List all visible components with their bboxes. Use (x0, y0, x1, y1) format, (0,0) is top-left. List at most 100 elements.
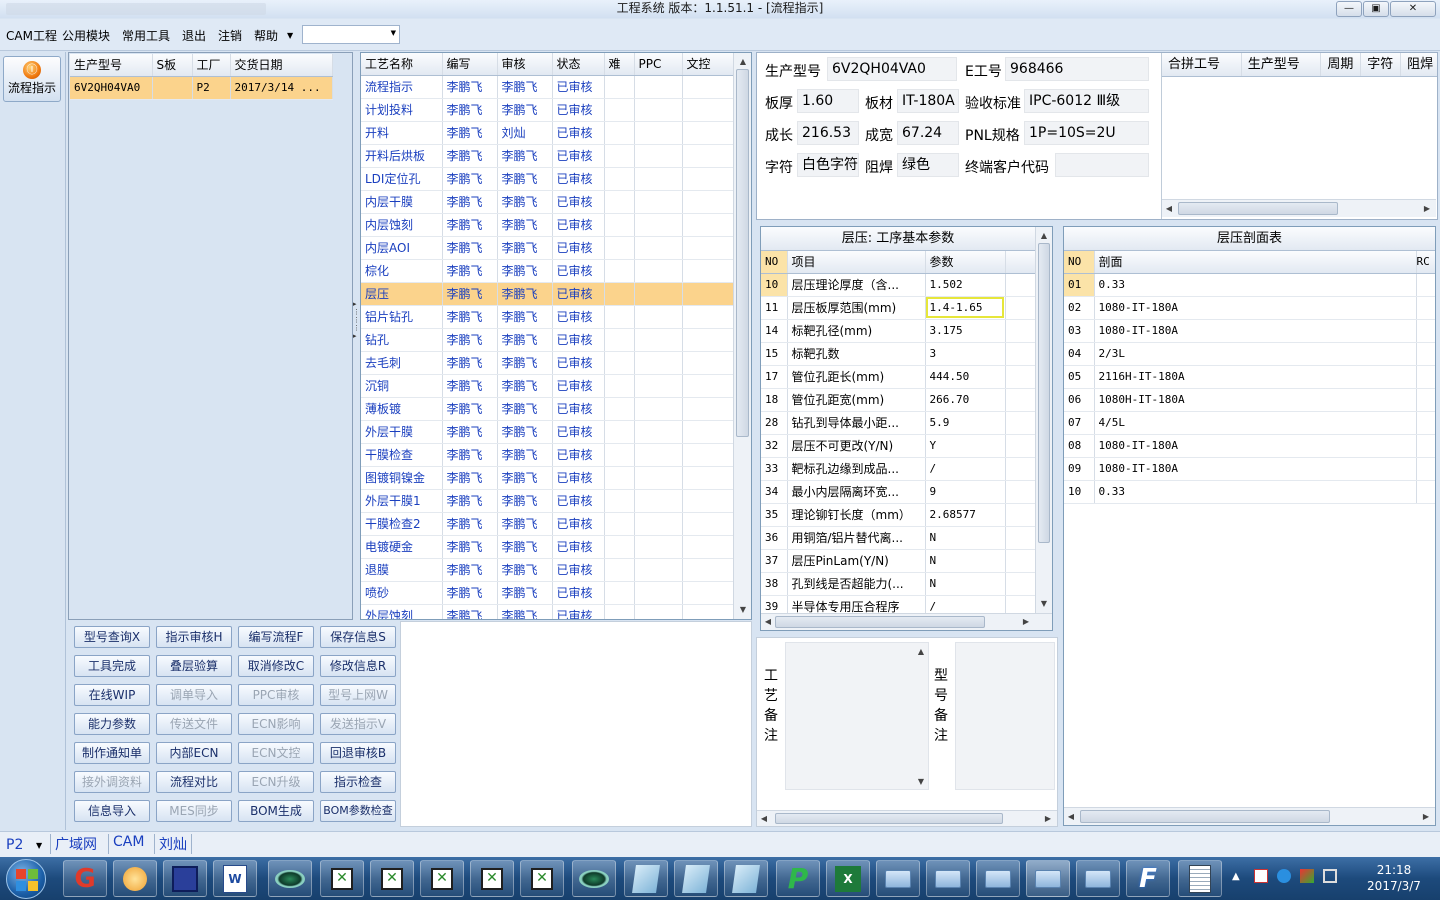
action-button[interactable]: 型号查询X (74, 626, 150, 648)
action-button[interactable]: 工具完成 (74, 655, 150, 677)
scroll-right-icon[interactable]: ▶ (1019, 617, 1033, 626)
action-button[interactable]: 保存信息S (320, 626, 396, 648)
table-row[interactable]: 35 理论铆钉长度（mm） 2.68577 (761, 503, 1036, 527)
table-row[interactable]: 36 用铜箔/铝片替代离... N (761, 526, 1036, 550)
minimize-button[interactable]: — (1336, 1, 1362, 17)
taskbar-app-eye2[interactable] (572, 860, 616, 897)
section-col-rc[interactable]: RC (1416, 251, 1435, 274)
table-row[interactable]: 图镀铜镍金 李鹏飞 李鹏飞 已审核 (361, 466, 734, 490)
action-button[interactable]: 制作通知单 (74, 742, 150, 764)
table-row[interactable]: 内层蚀刻 李鹏飞 李鹏飞 已审核 (361, 213, 734, 237)
taskbar-app-doc1[interactable] (624, 860, 668, 897)
taskbar-app-doc2[interactable] (674, 860, 718, 897)
chevron-down-icon[interactable]: ▼ (391, 29, 396, 37)
length-field[interactable]: 216.53 (797, 121, 859, 145)
scroll-left-icon[interactable]: ◀ (757, 814, 771, 823)
table-row[interactable]: 内层AOI 李鹏飞 李鹏飞 已审核 (361, 236, 734, 260)
table-row[interactable]: 07 4/5L (1064, 411, 1435, 435)
process-vscroll[interactable]: ▲ ▼ (733, 53, 751, 619)
action-button[interactable]: 取消修改C (238, 655, 314, 677)
combine-col-model[interactable]: 生产型号 (1242, 53, 1322, 76)
taskbar-app-folder1[interactable] (876, 860, 920, 897)
table-row[interactable]: 电镀硬金 李鹏飞 李鹏飞 已审核 (361, 535, 734, 559)
tray-network-icon[interactable] (1277, 869, 1291, 883)
scroll-thumb[interactable] (775, 813, 1003, 824)
tray-flag-icon[interactable] (1254, 869, 1268, 883)
remarks-hscroll[interactable]: ◀ ▶ (757, 810, 1057, 826)
taskbar-app-f[interactable]: F (1126, 860, 1170, 897)
table-row[interactable]: 14 标靶孔径(mm) 3.175 (761, 319, 1036, 343)
char-field[interactable]: 白色字符 (797, 153, 859, 177)
table-row[interactable]: 01 0.33 (1064, 273, 1435, 297)
taskbar-app-folder2[interactable] (926, 860, 970, 897)
params-col-value[interactable]: 参数 (925, 251, 1006, 274)
tray-app-icon[interactable] (1300, 869, 1314, 883)
scroll-up-icon[interactable]: ▲ (1037, 231, 1051, 240)
scroll-left-icon[interactable]: ◀ (1064, 812, 1078, 821)
action-button[interactable]: 型号上网W (320, 684, 396, 706)
taskbar-app-x2[interactable]: ✕ (370, 860, 414, 897)
table-row[interactable]: 10 层压理论厚度（含... 1.502 (761, 273, 1036, 297)
taskbar-app-folder4[interactable] (1026, 860, 1070, 897)
params-hscroll[interactable]: ◀ ▶ (761, 613, 1052, 630)
action-button[interactable]: 编写流程F (238, 626, 314, 648)
action-button[interactable]: 指示检查 (320, 771, 396, 793)
scroll-down-icon[interactable]: ▼ (736, 605, 750, 614)
table-row[interactable]: 干膜检查2 李鹏飞 李鹏飞 已审核 (361, 512, 734, 536)
params-col-item[interactable]: 项目 (787, 251, 926, 274)
scroll-thumb[interactable] (736, 69, 749, 437)
orders-col-s[interactable]: S板 (152, 54, 193, 77)
taskbar-app-word[interactable]: W (213, 860, 257, 897)
scroll-thumb[interactable] (1080, 810, 1330, 823)
start-button[interactable] (6, 859, 46, 899)
table-row[interactable]: 09 1080-IT-180A (1064, 457, 1435, 481)
table-row[interactable]: 06 1080H-IT-180A (1064, 388, 1435, 412)
scroll-right-icon[interactable]: ▶ (1419, 812, 1433, 821)
action-button[interactable]: 发送指示V (320, 713, 396, 735)
model-field[interactable]: 6V2QH04VA0 (827, 57, 957, 81)
scroll-thumb[interactable] (1178, 202, 1338, 215)
scroll-left-icon[interactable]: ◀ (1162, 204, 1176, 213)
eno-field[interactable]: 968466 (1005, 57, 1149, 81)
process-col-doc[interactable]: 文控 (682, 53, 734, 76)
action-button[interactable]: PPC审核 (238, 684, 314, 706)
table-row[interactable]: 外层蚀刻 李鹏飞 李鹏飞 已审核 (361, 604, 734, 619)
section-col-profile[interactable]: 剖面 (1094, 251, 1417, 274)
process-col-difficulty[interactable]: 难 (604, 53, 635, 76)
taskbar-app-doc3[interactable] (724, 860, 768, 897)
taskbar-app-x5[interactable]: ✕ (520, 860, 564, 897)
taskbar-app-shell[interactable] (113, 860, 157, 897)
action-button[interactable]: 回退审核B (320, 742, 396, 764)
table-row[interactable]: 37 层压PinLam(Y/N) N (761, 549, 1036, 573)
action-button[interactable]: 在线WIP (74, 684, 150, 706)
taskbar-app-eye[interactable] (268, 860, 312, 897)
taskbar-app-x3[interactable]: ✕ (420, 860, 464, 897)
scroll-up-icon[interactable]: ▲ (736, 57, 750, 66)
table-row[interactable]: 17 管位孔距长(mm) 444.50 (761, 365, 1036, 389)
action-button[interactable]: MES同步 (156, 800, 232, 822)
table-row[interactable]: 34 最小内层隔离环宽... 9 (761, 480, 1036, 504)
table-row[interactable]: 内层干膜 李鹏飞 李鹏飞 已审核 (361, 190, 734, 214)
table-row[interactable]: 38 孔到线是否超能力(... N (761, 572, 1036, 596)
action-button[interactable]: BOM参数检查 (320, 800, 396, 822)
params-vscroll[interactable]: ▲ ▼ (1035, 227, 1052, 613)
scroll-left-icon[interactable]: ◀ (761, 617, 775, 626)
table-row[interactable]: 08 1080-IT-180A (1064, 434, 1435, 458)
taskbar-app-x1[interactable]: ✕ (320, 860, 364, 897)
combine-col-mask[interactable]: 阻焊 (1401, 53, 1437, 76)
action-button[interactable]: 能力参数 (74, 713, 150, 735)
taskbar-app-folder3[interactable] (976, 860, 1020, 897)
table-row[interactable]: LDI定位孔 李鹏飞 李鹏飞 已审核 (361, 167, 734, 191)
action-button[interactable]: 叠层验算 (156, 655, 232, 677)
menu-logout[interactable]: 注销 (218, 27, 242, 44)
menu-cam[interactable]: CAM工程 (6, 27, 57, 44)
combine-col-eno[interactable]: 合拼工号 (1162, 53, 1242, 76)
scroll-down-icon[interactable]: ▼ (1037, 599, 1051, 608)
menu-tools[interactable]: 常用工具 (122, 27, 170, 44)
tray-monitor-icon[interactable] (1323, 869, 1337, 883)
table-row[interactable]: 去毛刺 李鹏飞 李鹏飞 已审核 (361, 351, 734, 375)
table-row[interactable]: 退膜 李鹏飞 李鹏飞 已审核 (361, 558, 734, 582)
taskbar-app-p[interactable]: P (776, 860, 820, 897)
menu-combo[interactable]: ▼ (302, 25, 400, 44)
table-row[interactable]: 喷砂 李鹏飞 李鹏飞 已审核 (361, 581, 734, 605)
